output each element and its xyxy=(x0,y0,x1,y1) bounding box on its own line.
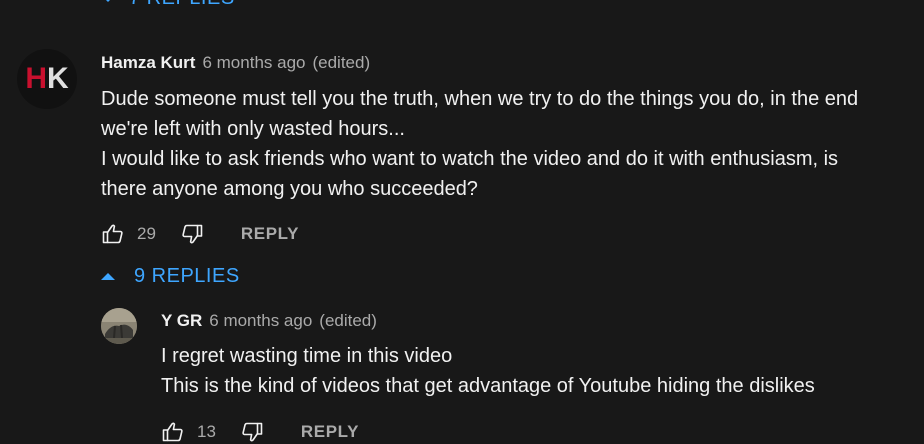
comment-line: I regret wasting time in this video xyxy=(161,345,453,367)
comment-text: I regret wasting time in this video This… xyxy=(161,341,911,401)
thumbs-up-icon[interactable] xyxy=(161,420,185,444)
comment-line: Dude someone must tell you the truth, wh… xyxy=(101,88,859,110)
comment-timestamp[interactable]: 6 months ago xyxy=(202,53,305,73)
avatar-letter: K xyxy=(47,62,69,95)
comment-line: there anyone among you who succeeded? xyxy=(101,178,478,200)
comment-author[interactable]: Hamza Kurt xyxy=(101,53,195,73)
thumbs-down-icon[interactable] xyxy=(180,222,204,246)
comment-header: Hamza Kurt 6 months ago (edited) xyxy=(101,53,370,73)
avatar-letter: H xyxy=(25,62,47,95)
replies-toggle-previous[interactable]: 7 REPLIES xyxy=(101,0,235,10)
caret-up-icon xyxy=(101,273,115,280)
replies-toggle-label: 9 REPLIES xyxy=(134,265,240,287)
caret-down-icon xyxy=(101,0,115,2)
avatar[interactable] xyxy=(101,308,137,344)
replies-toggle-label: 7 REPLIES xyxy=(129,0,235,10)
replies-toggle[interactable]: 9 REPLIES xyxy=(101,265,240,288)
reply-button[interactable]: REPLY xyxy=(301,422,359,442)
comment-line: This is the kind of videos that get adva… xyxy=(161,375,815,397)
like-count: 29 xyxy=(137,224,156,243)
comment-timestamp[interactable]: 6 months ago xyxy=(209,311,312,331)
comment-header: Y GR 6 months ago (edited) xyxy=(161,311,377,331)
avatar[interactable]: HK xyxy=(17,49,77,109)
edited-label: (edited) xyxy=(319,311,377,330)
thumbs-down-icon[interactable] xyxy=(240,420,264,444)
comment-author[interactable]: Y GR xyxy=(161,311,202,331)
edited-label: (edited) xyxy=(312,53,371,72)
thumbs-up-icon[interactable] xyxy=(101,222,125,246)
reply-button[interactable]: REPLY xyxy=(241,224,299,244)
comment-actions: 29 REPLY xyxy=(101,222,299,246)
comment-line: I would like to ask friends who want to … xyxy=(101,148,839,170)
comment-actions: 13 REPLY xyxy=(161,420,359,444)
comment-text: Dude someone must tell you the truth, wh… xyxy=(101,84,911,204)
like-count: 13 xyxy=(197,422,216,441)
comment-line: we're left with only wasted hours... xyxy=(101,118,405,140)
